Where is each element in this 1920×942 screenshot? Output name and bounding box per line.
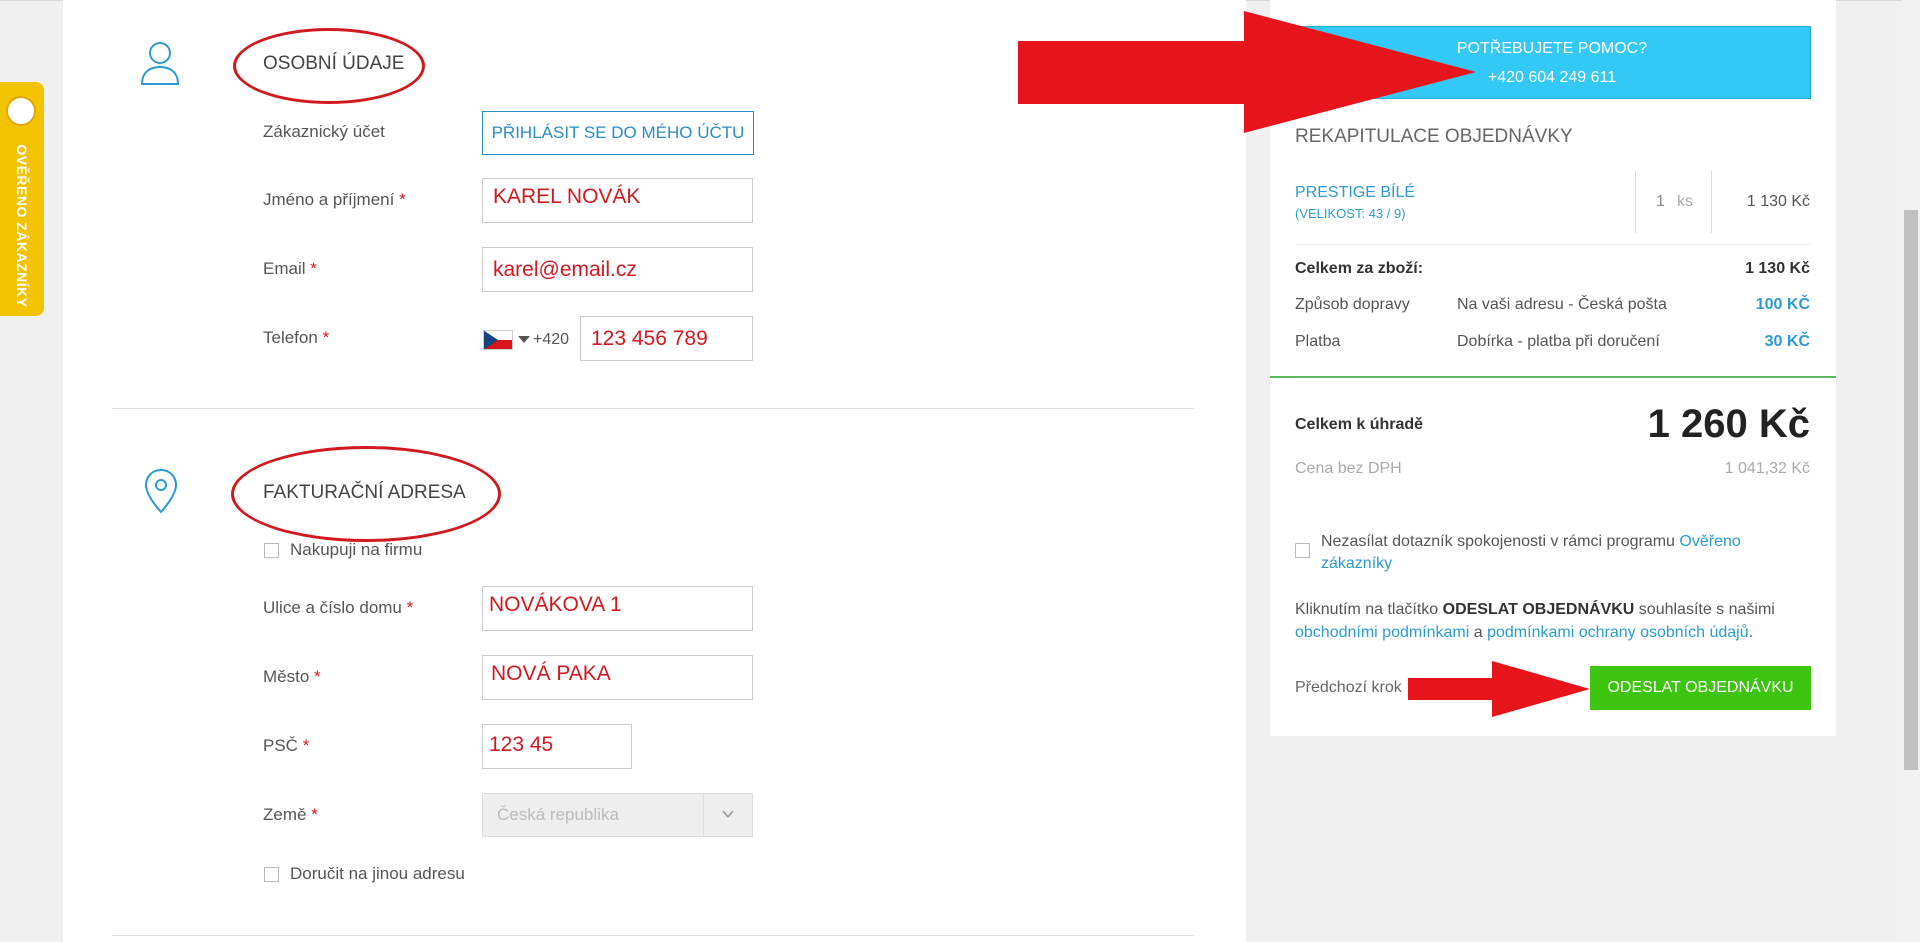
- zip-value: 123 45: [489, 733, 554, 756]
- total-value: 1 260 Kč: [1647, 402, 1810, 446]
- terms-text: Kliknutím na tlačítko ODESLAT OBJEDNÁVKU…: [1295, 601, 1775, 641]
- name-value: KAREL NOVÁK: [493, 185, 641, 208]
- privacy-link[interactable]: podmínkami ochrany osobních údajů: [1487, 624, 1749, 641]
- phone-label: Telefon *: [263, 328, 330, 347]
- shipping-method: Na vaši adresu - Česká pošta: [1457, 296, 1667, 313]
- city-input[interactable]: NOVÁ PAKA: [482, 655, 753, 700]
- city-label: Město *: [263, 667, 321, 686]
- goods-total-label: Celkem za zboží:: [1295, 260, 1424, 277]
- other-address-checkbox-label[interactable]: Doručit na jinou adresu: [290, 864, 465, 884]
- country-select[interactable]: Česká republika: [482, 793, 753, 837]
- product-quantity: 1: [1656, 193, 1665, 210]
- product-quantity-unit: ks: [1677, 193, 1693, 210]
- net-price-label: Cena bez DPH: [1295, 460, 1402, 477]
- product-separator-1: [1635, 171, 1636, 233]
- account-label: Zákaznický účet: [263, 122, 385, 141]
- summary-divider: [1295, 244, 1811, 245]
- total-separator: [1270, 376, 1836, 378]
- verified-logo-icon: [6, 96, 36, 126]
- other-address-checkbox[interactable]: [264, 867, 279, 882]
- country-label: Země *: [263, 805, 318, 824]
- company-checkbox-label[interactable]: Nakupuji na firmu: [290, 540, 422, 560]
- zip-label: PSČ *: [263, 736, 310, 755]
- payment-label: Platba: [1295, 333, 1341, 350]
- annotation-arrow-help-icon: [1018, 11, 1476, 133]
- annotation-circle-billing: [231, 446, 501, 542]
- select-separator: [703, 794, 704, 836]
- zip-input[interactable]: 123 45: [482, 724, 632, 769]
- name-label: Jméno a příjmení *: [263, 190, 406, 209]
- phone-value: 123 456 789: [591, 326, 708, 350]
- phone-input[interactable]: 123 456 789: [580, 316, 753, 361]
- verified-customers-badge[interactable]: OVĚŘENO ZÁKAZNÍKY: [0, 82, 44, 316]
- payment-method: Dobírka - platba při doručení: [1457, 333, 1660, 350]
- location-pin-icon: [144, 468, 178, 514]
- section-divider-bottom: [112, 935, 1194, 936]
- phone-prefix: +420: [533, 331, 570, 348]
- goods-total-value: 1 130 Kč: [1745, 260, 1810, 277]
- previous-step-link[interactable]: Předchozí krok: [1295, 679, 1402, 697]
- product-size: (VELIKOST: 43 / 9): [1295, 206, 1406, 221]
- email-label: Email *: [263, 259, 317, 278]
- country-value: Česká republika: [497, 805, 619, 824]
- scrollbar-thumb[interactable]: [1904, 210, 1918, 770]
- country-code-dropdown-icon[interactable]: [518, 336, 530, 343]
- submit-order-button[interactable]: ODESLAT OBJEDNÁVKU: [1590, 666, 1811, 710]
- survey-checkbox[interactable]: [1295, 543, 1310, 558]
- product-name-link[interactable]: PRESTIGE BÍLÉ: [1295, 184, 1415, 202]
- login-button[interactable]: PŘIHLÁSIT SE DO MÉHO ÚČTU: [482, 111, 754, 155]
- name-input[interactable]: KAREL NOVÁK: [482, 178, 753, 223]
- product-price: 1 130 Kč: [1746, 193, 1810, 210]
- shipping-label: Způsob dopravy: [1295, 296, 1410, 313]
- net-price-value: 1 041,32 Kč: [1724, 460, 1810, 477]
- survey-text: Nezasílat dotazník spokojenosti v rámci …: [1321, 533, 1741, 572]
- terms-link[interactable]: obchodními podmínkami: [1295, 624, 1469, 641]
- product-separator-2: [1711, 171, 1712, 233]
- street-input[interactable]: NOVÁKOVA 1: [482, 586, 753, 631]
- badge-text: OVĚŘENO ZÁKAZNÍKY: [14, 144, 30, 308]
- payment-price: 30 KČ: [1764, 333, 1810, 350]
- czech-flag-icon[interactable]: [483, 330, 513, 350]
- shipping-price: 100 KČ: [1755, 296, 1810, 313]
- user-icon: [140, 42, 180, 85]
- street-value: NOVÁKOVA 1: [489, 593, 622, 616]
- annotation-arrow-submit-icon: [1408, 661, 1590, 717]
- total-label: Celkem k úhradě: [1295, 416, 1424, 433]
- company-checkbox[interactable]: [264, 543, 279, 558]
- email-input[interactable]: karel@email.cz: [482, 247, 753, 292]
- annotation-circle-personal: [233, 28, 425, 104]
- email-value: karel@email.cz: [493, 257, 637, 281]
- section-divider: [112, 408, 1194, 409]
- city-value: NOVÁ PAKA: [491, 662, 611, 685]
- chevron-down-icon: [722, 810, 734, 819]
- street-label: Ulice a číslo domu *: [263, 598, 414, 617]
